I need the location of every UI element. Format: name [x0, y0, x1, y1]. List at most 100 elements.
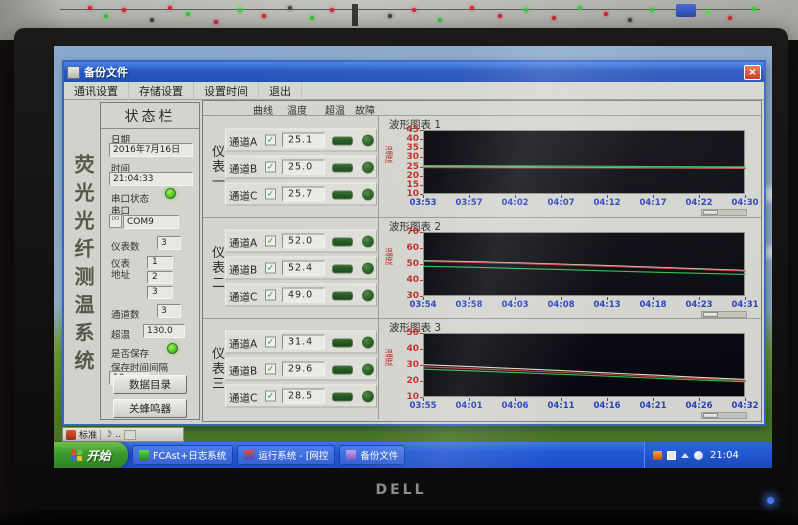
tray-volume-icon[interactable] [694, 451, 703, 460]
curve-checkbox[interactable]: ✓ [265, 290, 276, 301]
channel-label: 通道A [229, 337, 257, 352]
y-tick-mark [420, 130, 423, 131]
instrument-section-1: 仪表一通道A✓25.1通道B✓25.0通道C✓25.7波形图表 1温度45403… [203, 116, 761, 217]
curve-checkbox[interactable]: ✓ [265, 337, 276, 348]
x-tick-label: 04:07 [543, 198, 579, 208]
curve-checkbox[interactable]: ✓ [265, 161, 276, 172]
ime-keyboard-icon[interactable] [124, 430, 136, 440]
temperature-value[interactable]: 52.4 [282, 261, 325, 276]
taskbar-item-3[interactable]: 备份文件 [339, 445, 405, 465]
x-tick-mark [423, 195, 424, 198]
ime-moon-icon[interactable]: ☽ [104, 430, 112, 440]
log-system-icon [139, 450, 149, 460]
chart-scrollbar[interactable] [701, 209, 747, 216]
desk-shadow [0, 509, 798, 525]
serial-port-selector[interactable]: COM9 [123, 215, 179, 229]
x-tick-mark [469, 195, 470, 198]
x-tick-label: 04:18 [635, 300, 671, 310]
menu-item-1[interactable]: 存储设置 [129, 82, 194, 100]
meter-count-value[interactable]: 3 [157, 236, 181, 250]
y-tick-label: 60 [393, 243, 419, 253]
meter-address-3[interactable]: 3 [147, 286, 173, 299]
ime-separator [100, 430, 101, 440]
chart-scrollbar-thumb[interactable] [703, 312, 718, 317]
x-tick-mark [561, 195, 562, 198]
chart-scrollbar[interactable] [701, 311, 747, 318]
close-button[interactable]: × [744, 65, 761, 80]
temperature-value[interactable]: 25.7 [282, 186, 325, 201]
tray-hide-icons-arrow[interactable] [681, 453, 689, 458]
indicator-light [498, 14, 502, 18]
chart-scrollbar-thumb[interactable] [703, 210, 718, 215]
x-tick-mark [653, 297, 654, 300]
menu-item-3[interactable]: 退出 [259, 82, 302, 100]
wall-device [676, 4, 696, 17]
taskbar-item-1[interactable]: FCAst+日志系统 [132, 445, 233, 465]
taskbar-item-2[interactable]: 运行系统 - [网控 [237, 445, 335, 465]
x-tick-mark [423, 398, 424, 401]
start-button[interactable]: 开始 [54, 442, 128, 468]
ime-bar[interactable]: 标准 ☽ ‥ [62, 427, 184, 442]
indicator-light [122, 8, 126, 12]
ime-punct-icon[interactable]: ‥ [115, 430, 121, 440]
x-tick-mark [653, 398, 654, 401]
temperature-value[interactable]: 28.5 [282, 389, 325, 404]
taskbar-clock[interactable]: 21:04 [710, 450, 739, 461]
tray-app-icon[interactable] [653, 451, 662, 460]
meter-address-1[interactable]: 1 [147, 256, 173, 269]
y-tick-mark [420, 381, 423, 382]
curve-checkbox[interactable]: ✓ [265, 134, 276, 145]
curve-checkbox[interactable]: ✓ [265, 391, 276, 402]
x-tick-mark [561, 297, 562, 300]
x-tick-label: 04:32 [727, 401, 763, 411]
chart-scrollbar-thumb[interactable] [703, 413, 718, 418]
channel-count-value[interactable]: 3 [157, 304, 181, 318]
overtemp-limit-value[interactable]: 130.0 [143, 324, 185, 338]
menu-item-0[interactable]: 通讯设置 [64, 82, 129, 100]
date-value[interactable]: 2016年7月16日 [109, 143, 193, 157]
fault-led [362, 364, 374, 376]
chart-plot-area [423, 232, 745, 296]
data-directory-button[interactable]: 数据目录 [113, 375, 187, 394]
channel-label: 通道B [229, 364, 257, 379]
channel-label: 通道B [229, 263, 257, 278]
tray-ime-icon[interactable] [667, 451, 676, 460]
y-tick-label: 40 [393, 344, 419, 354]
waveform-chart-3: 波形图表 3温度504030201003:5504:0104:0604:1104… [379, 319, 763, 419]
meter-count-label: 仪表数 [111, 239, 140, 253]
curve-checkbox[interactable]: ✓ [265, 188, 276, 199]
menu-item-2[interactable]: 设置时间 [194, 82, 259, 100]
x-tick-label: 04:17 [635, 198, 671, 208]
fault-led [362, 134, 374, 146]
indicator-light [186, 12, 190, 16]
indicator-light [412, 8, 416, 12]
temperature-value[interactable]: 52.0 [282, 234, 325, 249]
header-temperature: 温度 [287, 102, 307, 117]
temperature-value[interactable]: 29.6 [282, 362, 325, 377]
ime-icon[interactable] [66, 430, 76, 440]
curve-checkbox[interactable]: ✓ [265, 236, 276, 247]
overtemp-led [332, 339, 353, 348]
temperature-value[interactable]: 49.0 [282, 288, 325, 303]
x-tick-label: 04:01 [451, 401, 487, 411]
waveform-chart-1: 波形图表 1温度454035302520151003:5303:5704:020… [379, 116, 763, 217]
curve-checkbox[interactable]: ✓ [265, 263, 276, 274]
chart-scrollbar[interactable] [701, 412, 747, 419]
y-tick-label: 40 [393, 275, 419, 285]
instrument-section-2: 仪表二通道A✓52.0通道B✓52.4通道C✓49.0波形图表 2温度70605… [203, 217, 761, 318]
temperature-value[interactable]: 31.4 [282, 335, 325, 350]
meter-addr-label: 仪表地址 [111, 259, 135, 281]
overtemp-led [332, 190, 353, 199]
window-content: 荧光光纤测温系统 状态栏 日期 2016年7月16日 时间 21:04:33 串… [64, 100, 764, 424]
buzzer-off-button[interactable]: 关蜂鸣器 [113, 399, 187, 418]
x-tick-label: 04:23 [681, 300, 717, 310]
temperature-value[interactable]: 25.0 [282, 159, 325, 174]
start-label: 开始 [86, 447, 110, 464]
meter-address-2[interactable]: 2 [147, 271, 173, 284]
save-label: 是否保存 [111, 346, 149, 360]
temperature-value[interactable]: 25.1 [282, 132, 325, 147]
curve-checkbox[interactable]: ✓ [265, 364, 276, 375]
title-bar[interactable]: 备份文件 × [64, 62, 764, 82]
channel-row: 通道B ✓ 52.4 [225, 257, 377, 280]
ime-mode-label[interactable]: 标准 [79, 428, 97, 441]
